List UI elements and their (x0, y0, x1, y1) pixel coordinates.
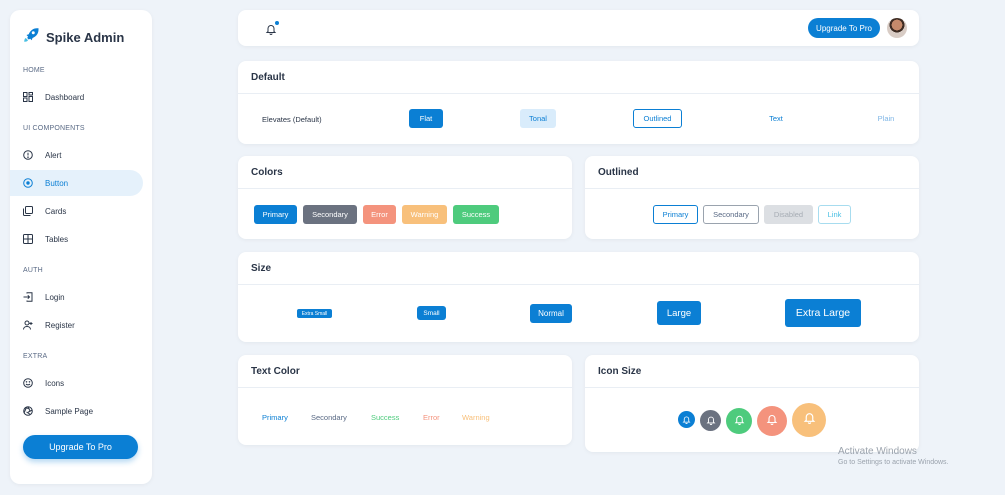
bell-icon (803, 411, 816, 429)
sidebar-item-label: Login (45, 292, 65, 302)
small-button[interactable]: Small (417, 306, 446, 320)
primary-text-button[interactable]: Primary (262, 413, 288, 422)
sidebar-item-label: Button (45, 178, 69, 188)
bell-icon (766, 412, 778, 430)
cards-icon (23, 206, 33, 216)
sidebar-item-cards[interactable]: Cards (10, 198, 143, 224)
extra-large-button[interactable]: Extra Large (785, 299, 861, 327)
nav-section-home: HOME (23, 67, 45, 74)
bell-icon (682, 411, 691, 429)
sidebar-item-label: Tables (45, 234, 69, 244)
card-title: Size (251, 263, 272, 274)
icon-button-xl[interactable] (792, 403, 826, 437)
disabled-button: Disabled (764, 205, 813, 224)
warning-button[interactable]: Warning (402, 205, 447, 224)
sidebar-upgrade-button[interactable]: Upgrade To Pro (23, 435, 138, 459)
error-button[interactable]: Error (363, 205, 396, 224)
default-card: Default Elevates (Default) Flat Tonal Ou… (238, 61, 919, 144)
alert-circle-icon (23, 150, 33, 160)
outlined-button[interactable]: Outlined (633, 109, 682, 128)
sidebar-item-alert[interactable]: Alert (10, 142, 143, 168)
extra-small-button[interactable]: Extra Small (297, 309, 332, 318)
nav-section-ui-components: UI COMPONENTS (23, 125, 85, 132)
flat-button[interactable]: Flat (409, 109, 443, 128)
sidebar: Spike Admin HOME Dashboard UI COMPONENTS… (10, 10, 152, 484)
success-button[interactable]: Success (453, 205, 499, 224)
text-button[interactable]: Text (761, 109, 791, 128)
secondary-button[interactable]: Secondary (303, 205, 357, 224)
sidebar-item-tables[interactable]: Tables (10, 226, 143, 252)
sidebar-item-label: Alert (45, 150, 62, 160)
colors-card: Colors Primary Secondary Error Warning S… (238, 156, 572, 239)
notification-bell-icon[interactable] (265, 21, 279, 35)
icon-button-xs[interactable] (678, 411, 695, 428)
sidebar-item-login[interactable]: Login (10, 284, 143, 310)
icon-button-lg[interactable] (757, 406, 787, 436)
divider (238, 188, 572, 189)
sidebar-item-dashboard[interactable]: Dashboard (10, 84, 143, 110)
error-text-button[interactable]: Error (423, 413, 440, 422)
divider (585, 387, 919, 388)
avatar[interactable] (887, 18, 907, 38)
dashboard-icon (23, 92, 33, 102)
app-name: Spike Admin (46, 30, 125, 45)
notification-dot (275, 21, 279, 25)
bell-icon (706, 412, 716, 430)
watermark-subtitle: Go to Settings to activate Windows. (838, 459, 949, 466)
sidebar-item-label: Cards (45, 206, 67, 216)
primary-button[interactable]: Primary (254, 205, 297, 224)
outlined-primary-button[interactable]: Primary (653, 205, 698, 224)
nav-section-auth: AUTH (23, 267, 43, 274)
sidebar-item-icons[interactable]: Icons (10, 370, 143, 396)
card-title: Colors (251, 167, 283, 178)
watermark-title: Activate Windows (838, 446, 917, 457)
outlined-link-button[interactable]: Link (818, 205, 851, 224)
divider (238, 387, 572, 388)
login-icon (23, 292, 33, 302)
rocket-icon (22, 26, 40, 49)
card-title: Text Color (251, 366, 300, 377)
tonal-button[interactable]: Tonal (520, 109, 556, 128)
outlined-card: Outlined Primary Secondary Disabled Link (585, 156, 919, 239)
icon-button-md[interactable] (726, 408, 752, 434)
circle-dot-icon (23, 178, 33, 188)
aperture-icon (23, 406, 33, 416)
mood-smile-icon (23, 378, 33, 388)
user-plus-icon (23, 320, 33, 330)
table-icon (23, 234, 33, 244)
divider (238, 93, 919, 94)
plain-button[interactable]: Plain (872, 109, 900, 128)
text-color-card: Text Color Primary Secondary Success Err… (238, 355, 572, 445)
icon-button-sm[interactable] (700, 410, 721, 431)
topbar-upgrade-button[interactable]: Upgrade To Pro (808, 18, 880, 38)
sidebar-item-label: Dashboard (45, 92, 85, 102)
sidebar-item-button[interactable]: Button (10, 170, 143, 196)
sidebar-item-register[interactable]: Register (10, 312, 143, 338)
divider (238, 284, 919, 285)
secondary-text-button[interactable]: Secondary (311, 413, 347, 422)
nav-section-extra: EXTRA (23, 353, 48, 360)
size-card: Size Extra Small Small Normal Large Extr… (238, 252, 919, 342)
card-title: Default (251, 72, 285, 83)
warning-text-button[interactable]: Warning (462, 413, 490, 422)
card-title: Icon Size (598, 366, 642, 377)
outlined-secondary-button[interactable]: Secondary (703, 205, 759, 224)
bell-icon (734, 412, 745, 430)
topbar: Upgrade To Pro (238, 10, 919, 46)
activate-windows-watermark: Activate Windows Go to Settings to activ… (838, 446, 949, 466)
large-button[interactable]: Large (657, 301, 701, 325)
sidebar-item-label: Register (45, 320, 75, 330)
sidebar-item-label: Sample Page (45, 406, 94, 416)
card-title: Outlined (598, 167, 639, 178)
elevates-label: Elevates (Default) (262, 115, 322, 124)
normal-button[interactable]: Normal (530, 304, 572, 323)
success-text-button[interactable]: Success (371, 413, 399, 422)
sidebar-item-sample-page[interactable]: Sample Page (10, 398, 143, 424)
divider (585, 188, 919, 189)
icon-size-card: Icon Size (585, 355, 919, 452)
sidebar-item-label: Icons (45, 378, 65, 388)
logo[interactable]: Spike Admin (22, 26, 124, 49)
